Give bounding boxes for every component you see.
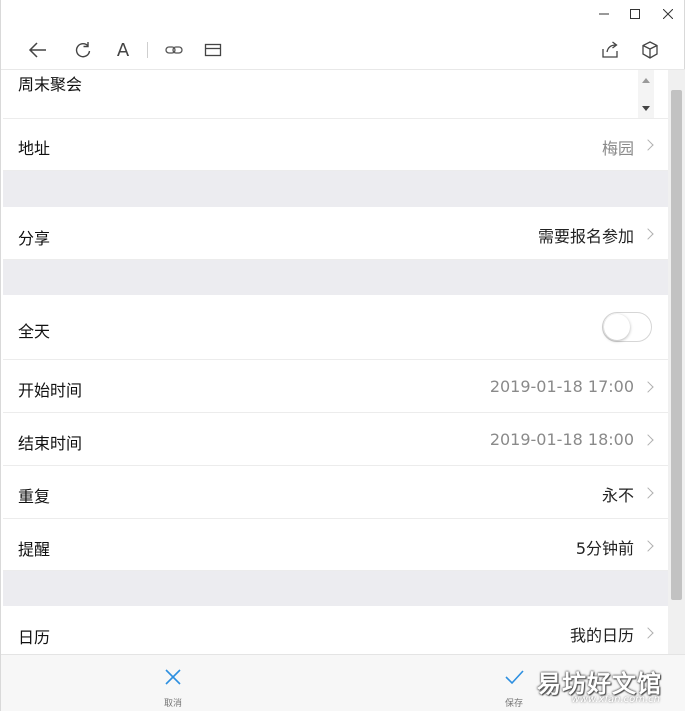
event-title-text: 周末聚会 xyxy=(18,75,83,94)
chevron-right-icon xyxy=(642,434,654,446)
location-row[interactable]: 地址 梅园 xyxy=(3,119,668,171)
refresh-button[interactable] xyxy=(71,38,95,62)
minimize-button[interactable] xyxy=(589,4,619,24)
chevron-down-icon xyxy=(642,106,650,111)
repeat-row[interactable]: 重复 永不 xyxy=(3,466,668,519)
chevron-right-icon xyxy=(642,540,654,552)
all-day-toggle[interactable] xyxy=(602,312,652,342)
start-time-value: 2019-01-18 17:00 xyxy=(489,377,634,396)
box-button[interactable] xyxy=(638,38,662,62)
cancel-button[interactable]: 取消 xyxy=(143,663,203,709)
reminder-label: 提醒 xyxy=(18,540,51,559)
event-form: 周末聚会 地址 梅园 分享 需要报名参加 全天 开始时间 2019-01-18 … xyxy=(3,70,668,654)
box-icon xyxy=(642,41,658,59)
cancel-label: 取消 xyxy=(163,699,182,709)
calendar-row[interactable]: 日历 我的日历 xyxy=(3,606,668,654)
checkmark-icon xyxy=(505,670,524,685)
font-icon: A xyxy=(116,39,130,61)
chevron-up-icon xyxy=(642,78,650,83)
location-value: 梅园 xyxy=(601,139,634,158)
repeat-value: 永不 xyxy=(601,486,634,505)
chevron-right-icon xyxy=(642,139,654,151)
watermark-url: www.xfan.com.cn xyxy=(571,694,660,705)
toolbar: A xyxy=(1,28,685,70)
section-gap xyxy=(3,571,668,606)
card-icon xyxy=(204,43,222,57)
page-scrollbar[interactable] xyxy=(668,70,685,654)
title-bar xyxy=(1,0,685,28)
share-label: 分享 xyxy=(18,229,51,248)
start-time-label: 开始时间 xyxy=(18,381,83,400)
chevron-right-icon xyxy=(642,627,654,639)
maximize-icon xyxy=(630,9,640,19)
maximize-button[interactable] xyxy=(620,4,650,24)
all-day-row: 全天 xyxy=(3,295,668,360)
close-icon xyxy=(165,669,181,685)
share-button[interactable] xyxy=(598,38,622,62)
app-window: A 周末聚会 地址 梅园 分享 需要报名参加 全天 开始时间 2019-01-1… xyxy=(0,0,685,711)
location-label: 地址 xyxy=(18,139,51,158)
back-arrow-icon xyxy=(28,42,46,58)
close-button[interactable] xyxy=(653,4,683,24)
start-time-row[interactable]: 开始时间 2019-01-18 17:00 xyxy=(3,360,668,413)
chevron-right-icon xyxy=(642,487,654,499)
close-icon xyxy=(663,9,673,19)
toolbar-separator xyxy=(147,42,148,58)
repeat-label: 重复 xyxy=(18,487,51,506)
title-scrollbar[interactable] xyxy=(638,70,654,118)
reminder-row[interactable]: 提醒 5分钟前 xyxy=(3,519,668,571)
font-button[interactable]: A xyxy=(111,38,135,62)
link-icon xyxy=(165,46,183,54)
card-button[interactable] xyxy=(201,38,225,62)
back-button[interactable] xyxy=(26,38,50,62)
share-icon xyxy=(602,41,618,58)
calendar-label: 日历 xyxy=(18,628,51,647)
end-time-value: 2019-01-18 18:00 xyxy=(489,430,634,449)
section-gap xyxy=(3,171,668,207)
reminder-value: 5分钟前 xyxy=(575,539,634,558)
refresh-icon xyxy=(75,42,91,58)
scrollbar-thumb[interactable] xyxy=(671,90,682,600)
share-value: 需要报名参加 xyxy=(537,227,634,246)
share-row[interactable]: 分享 需要报名参加 xyxy=(3,207,668,260)
end-time-row[interactable]: 结束时间 2019-01-18 18:00 xyxy=(3,413,668,466)
minimize-icon xyxy=(599,13,609,15)
event-title-field[interactable]: 周末聚会 xyxy=(3,70,668,119)
chevron-right-icon xyxy=(642,381,654,393)
toggle-knob xyxy=(604,314,630,340)
end-time-label: 结束时间 xyxy=(18,434,83,453)
chevron-right-icon xyxy=(642,228,654,240)
all-day-label: 全天 xyxy=(18,322,51,341)
section-gap xyxy=(3,260,668,295)
calendar-value: 我的日历 xyxy=(569,626,634,645)
save-button[interactable]: 保存 xyxy=(484,663,544,709)
link-button[interactable] xyxy=(162,38,186,62)
save-label: 保存 xyxy=(504,699,523,709)
